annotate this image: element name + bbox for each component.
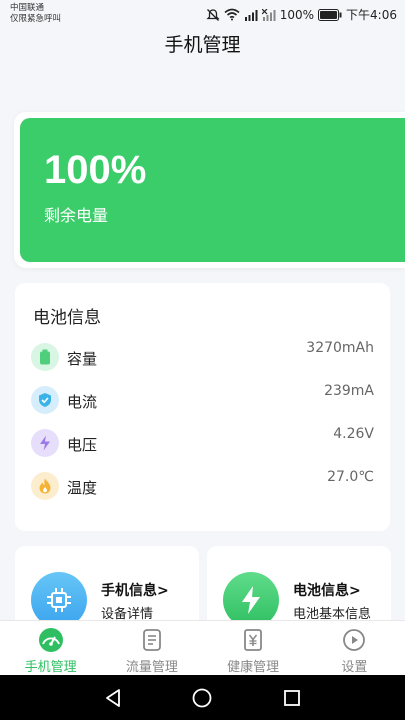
info-label: 温度: [67, 479, 98, 497]
info-value: 4.26V: [333, 426, 374, 442]
info-label: 电流: [67, 393, 98, 411]
info-value: 27.0℃: [327, 469, 374, 485]
nav-label: 手机管理: [24, 660, 77, 675]
info-label: 容量: [67, 350, 98, 368]
system-nav-bar: [0, 675, 405, 720]
recents-icon[interactable]: [281, 687, 303, 709]
nav-label: 健康管理: [227, 660, 280, 675]
status-bar: 中国联通 仅限紧急呼叫 100% 下午4:06: [0, 0, 405, 28]
info-label: 电压: [67, 436, 98, 454]
phone-info-title: 手机信息>: [101, 583, 169, 599]
battery-shortcut-title: 电池信息>: [293, 583, 361, 599]
tab-traffic-management[interactable]: 流量管理: [101, 621, 202, 675]
tab-phone-management[interactable]: 手机管理: [0, 621, 101, 675]
battery-remaining-label: 剩余电量: [44, 206, 109, 225]
nav-label: 设置: [341, 660, 368, 675]
page-title: 手机管理: [164, 34, 241, 56]
gauge-icon: [38, 627, 64, 653]
bottom-nav: 手机管理 流量管理 健康管理 设置: [0, 620, 405, 675]
battery-info-card: 电池信息 容量 3270mAh 电流 239mA 电压 4.26V 温度 27.…: [15, 283, 390, 531]
info-value: 3270mAh: [306, 340, 374, 356]
carrier-info: 中国联通 仅限紧急呼叫: [10, 3, 61, 25]
mute-icon: [206, 8, 220, 22]
flame-icon: [31, 472, 59, 500]
battery-percent: 100%: [44, 148, 147, 192]
tab-health-management[interactable]: 健康管理: [203, 621, 304, 675]
back-icon[interactable]: [102, 687, 124, 709]
info-row-current: 电流 239mA: [15, 383, 390, 426]
info-row-voltage: 电压 4.26V: [15, 426, 390, 469]
tab-settings[interactable]: 设置: [304, 621, 405, 675]
nav-label: 流量管理: [125, 660, 178, 675]
document-icon: [139, 627, 165, 653]
shield-check-icon: [31, 386, 59, 414]
yen-icon: [240, 627, 266, 653]
battery-info-title: 电池信息: [33, 308, 101, 328]
info-row-temperature: 温度 27.0℃: [15, 469, 390, 512]
status-icons: 100% 下午4:06: [206, 6, 397, 23]
battery-percent-text: 100%: [279, 7, 315, 22]
clock: 下午4:06: [346, 8, 397, 22]
battery-status-icon: [318, 8, 342, 21]
battery-level-card[interactable]: 100% 剩余电量: [20, 118, 405, 262]
home-icon[interactable]: [191, 687, 213, 709]
lightning-icon: [31, 429, 59, 457]
play-circle-icon: [341, 627, 367, 653]
wifi-icon: [224, 8, 240, 21]
battery-card-container: 100% 剩余电量: [14, 112, 405, 268]
battery-icon: [31, 343, 59, 371]
carrier-name: 中国联通: [10, 3, 45, 13]
signal-no-sim-icon: [261, 8, 276, 21]
info-value: 239mA: [324, 383, 374, 399]
carrier-status: 仅限紧急呼叫: [10, 14, 62, 24]
info-row-capacity: 容量 3270mAh: [15, 340, 390, 383]
signal-icon: [244, 9, 258, 21]
